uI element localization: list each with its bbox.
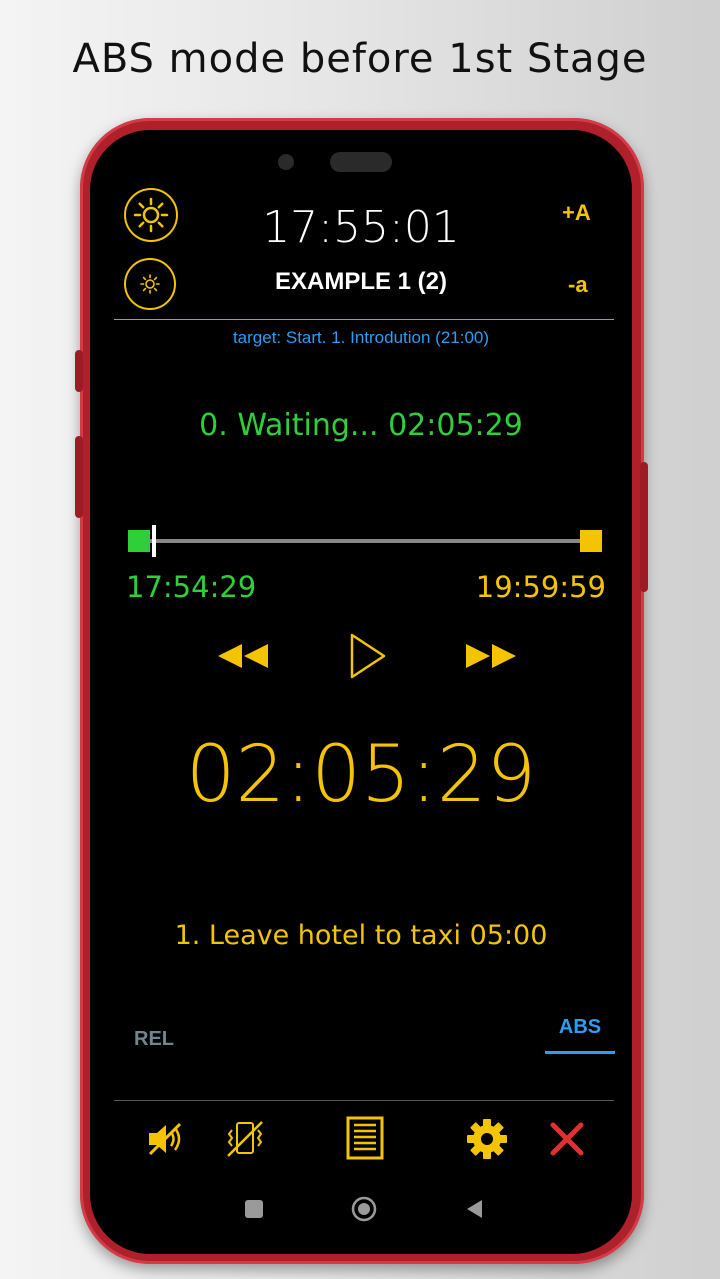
- close-button[interactable]: [548, 1120, 586, 1158]
- earpiece-speaker: [330, 152, 392, 172]
- headline: ABS mode before 1st Stage: [72, 36, 648, 82]
- phone-screen: 17:55:01 EXAMPLE 1 (2) +A -a target: Sta…: [90, 130, 632, 1254]
- fast-forward-icon: [466, 644, 516, 668]
- rewind-button[interactable]: [216, 640, 272, 672]
- nav-home-button[interactable]: [351, 1196, 377, 1222]
- next-stage-text: 1. Leave hotel to taxi 05:00: [174, 920, 548, 951]
- progress-start-time: 17:54:29: [126, 570, 257, 604]
- play-button[interactable]: [348, 632, 388, 680]
- speaker-muted-icon: [148, 1122, 182, 1156]
- front-camera: [278, 154, 294, 170]
- volume-down-side-button: [75, 436, 83, 518]
- progress-track: [150, 539, 580, 543]
- stage-list-button[interactable]: [346, 1116, 384, 1160]
- toolbar-divider: [114, 1100, 614, 1101]
- gear-icon: [467, 1119, 507, 1159]
- font-decrease-button[interactable]: -a: [568, 272, 588, 298]
- header-divider: [114, 319, 614, 320]
- target-text: target: Start. 1. Introdution (21:00): [232, 328, 490, 347]
- mute-button[interactable]: [146, 1120, 186, 1158]
- volume-up-side-button: [75, 350, 83, 392]
- home-circle-icon: [351, 1196, 377, 1222]
- list-icon: [346, 1116, 384, 1160]
- tab-rel[interactable]: REL: [134, 1028, 174, 1051]
- progress-start-marker: [128, 530, 150, 552]
- progress-end-marker: [580, 530, 602, 552]
- nav-recents-button[interactable]: [245, 1200, 263, 1218]
- event-title: EXAMPLE 1 (2): [274, 268, 448, 295]
- vibrate-off-icon: [227, 1121, 263, 1157]
- play-icon: [350, 633, 386, 679]
- tab-abs[interactable]: ABS: [545, 1016, 615, 1054]
- tab-abs-underline: [545, 1051, 615, 1054]
- nav-back-button[interactable]: [464, 1198, 484, 1220]
- font-increase-button[interactable]: +A: [562, 200, 591, 226]
- tab-abs-label: ABS: [558, 1016, 602, 1038]
- back-triangle-icon: [467, 1200, 482, 1218]
- progress-handle[interactable]: [151, 525, 156, 557]
- vibrate-toggle-button[interactable]: [224, 1118, 266, 1160]
- close-icon: [550, 1122, 584, 1156]
- countdown-display: 02:05:29: [185, 730, 537, 820]
- fast-forward-button[interactable]: [464, 640, 520, 672]
- status-text: 0. Waiting... 02:05:29: [199, 408, 523, 443]
- progress-end-time: 19:59:59: [475, 570, 606, 604]
- settings-button[interactable]: [466, 1118, 508, 1160]
- power-side-button: [640, 462, 648, 592]
- rewind-icon: [218, 644, 268, 668]
- current-time: 17:55:01: [262, 202, 460, 253]
